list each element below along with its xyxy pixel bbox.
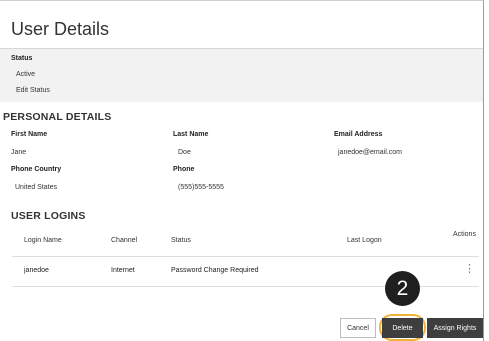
first-name-label: First Name [11,131,48,138]
last-name-label: Last Name [173,131,209,138]
phone-country-value: United States [15,184,58,191]
col-last-logon: Last Logon [347,237,382,244]
table-header-divider [12,256,479,257]
personal-details-heading: PERSONAL DETAILS [3,111,112,123]
user-logins-heading: USER LOGINS [11,210,86,222]
first-name-value: Jane [11,149,27,156]
email-label: Email Address [334,131,383,138]
login-name-cell: janedoe [24,267,49,274]
last-name-value: Doe [178,149,191,156]
col-status: Status [171,237,191,244]
col-channel: Channel [111,237,138,244]
delete-button[interactable]: Delete [382,318,423,338]
kebab-menu-icon[interactable]: ⋮ [464,264,475,275]
page-title: User Details [11,19,110,39]
status-label: Status [11,55,33,62]
cancel-button[interactable]: Cancel [340,318,376,338]
status-section [0,49,483,102]
phone-label: Phone [173,166,195,173]
status-cell: Password Change Required [171,267,259,274]
assign-rights-button[interactable]: Assign Rights [427,318,483,338]
phone-value: (555)555-5555 [178,184,224,191]
phone-country-label: Phone Country [11,166,62,173]
step-callout-badge: 2 [385,271,420,306]
email-value: janedoe@email.com [338,149,402,156]
col-login-name: Login Name [24,237,62,244]
edit-status-link[interactable]: Edit Status [16,87,50,94]
channel-cell: Internet [111,267,135,274]
col-actions: Actions [453,231,476,238]
status-value: Active [16,71,36,78]
